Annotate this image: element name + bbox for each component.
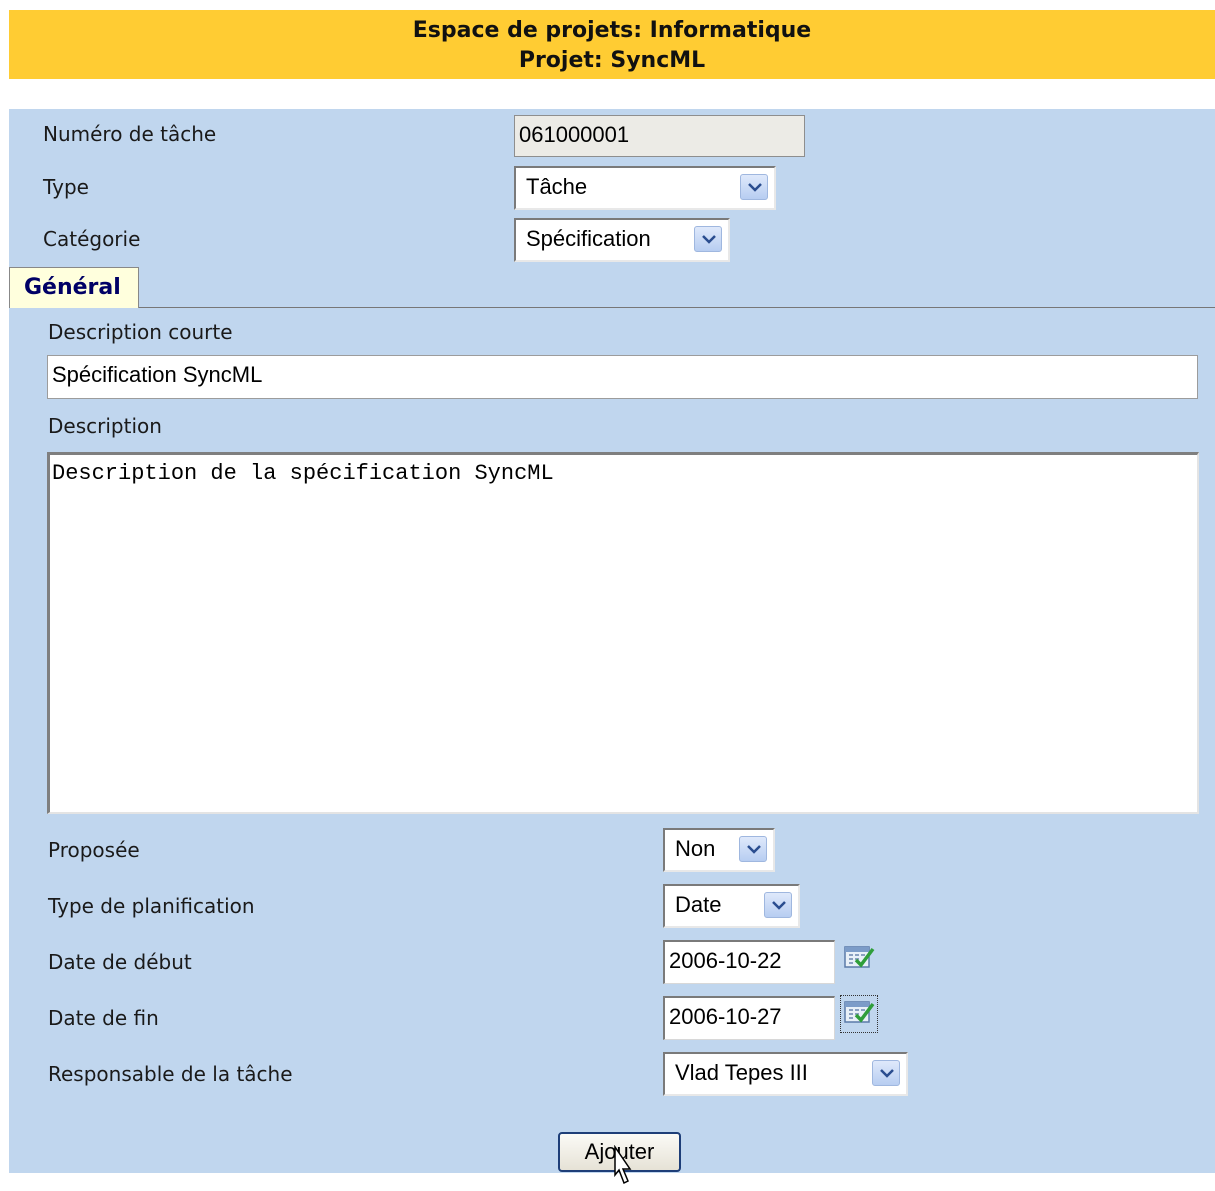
chevron-down-icon[interactable] — [694, 226, 722, 252]
task-number-label: Numéro de tâche — [43, 122, 217, 146]
short-description-input[interactable]: Spécification SyncML — [47, 355, 1198, 399]
start-date-label: Date de début — [48, 950, 192, 974]
description-textarea[interactable]: Description de la spécification SyncML — [47, 452, 1199, 814]
type-select[interactable]: Tâche — [514, 166, 776, 210]
category-select-value: Spécification — [526, 226, 651, 251]
chevron-down-icon[interactable] — [872, 1060, 900, 1086]
type-select-value: Tâche — [526, 174, 588, 199]
tab-divider — [139, 307, 1215, 308]
planning-type-select[interactable]: Date — [663, 884, 800, 928]
chevron-down-icon[interactable] — [764, 892, 792, 918]
calendar-icon[interactable] — [843, 943, 875, 975]
end-date-label: Date de fin — [48, 1006, 159, 1030]
tab-general[interactable]: Général — [9, 267, 139, 308]
mouse-pointer-icon — [603, 1144, 633, 1191]
planning-type-select-value: Date — [675, 892, 722, 917]
chevron-down-icon[interactable] — [739, 836, 767, 862]
project-space-title: Espace de projets: Informatique — [412, 18, 812, 43]
calendar-icon[interactable] — [840, 995, 878, 1033]
planning-type-label: Type de planification — [48, 894, 255, 918]
start-date-input[interactable]: 2006-10-22 — [663, 940, 835, 984]
description-label: Description — [48, 414, 162, 438]
task-number-field: 061000001 — [514, 115, 805, 157]
proposed-label: Proposée — [48, 838, 140, 862]
short-description-label: Description courte — [48, 320, 233, 344]
owner-label: Responsable de la tâche — [48, 1062, 293, 1086]
project-header: Espace de projets: Informatique Projet: … — [9, 10, 1215, 79]
proposed-select-value: Non — [675, 836, 716, 861]
category-label: Catégorie — [43, 227, 141, 251]
proposed-select[interactable]: Non — [663, 828, 775, 872]
chevron-down-icon[interactable] — [740, 174, 768, 200]
category-select[interactable]: Spécification — [514, 218, 730, 262]
owner-select-value: Vlad Tepes III — [675, 1060, 808, 1085]
owner-select[interactable]: Vlad Tepes III — [663, 1052, 908, 1096]
type-label: Type — [43, 175, 89, 199]
project-title: Projet: SyncML — [518, 48, 706, 73]
end-date-input[interactable]: 2006-10-27 — [663, 996, 835, 1040]
